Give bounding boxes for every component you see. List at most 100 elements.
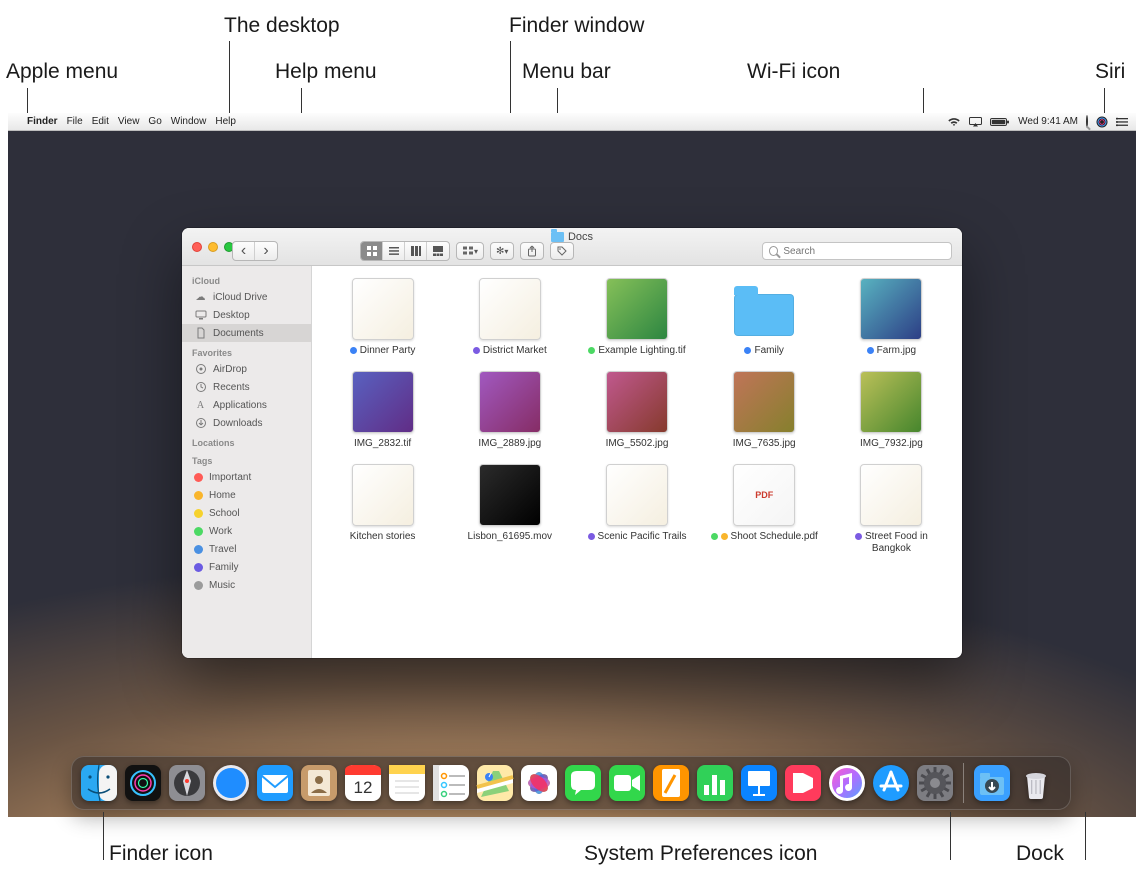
dock-app-appstore[interactable]: [871, 763, 911, 803]
dock-app-siri[interactable]: [123, 763, 163, 803]
sidebar-tag-work[interactable]: Work: [182, 522, 311, 540]
file-item[interactable]: Farm.jpg: [833, 278, 950, 357]
sidebar-tag-music[interactable]: Music: [182, 576, 311, 594]
view-icons-button[interactable]: [361, 242, 383, 260]
dock-app-reminders[interactable]: [431, 763, 471, 803]
dock-app-photos[interactable]: [519, 763, 559, 803]
file-item[interactable]: IMG_5502.jpg: [578, 371, 695, 450]
file-item[interactable]: Example Lighting.tif: [578, 278, 695, 357]
view-list-button[interactable]: [383, 242, 405, 260]
search-field[interactable]: [762, 242, 952, 260]
menu-app-name[interactable]: Finder: [27, 116, 58, 127]
dock-trash[interactable]: [1016, 763, 1056, 803]
dock-app-finder[interactable]: [79, 763, 119, 803]
file-item[interactable]: IMG_7932.jpg: [833, 371, 950, 450]
dock-app-pages[interactable]: [651, 763, 691, 803]
dock-app-numbers[interactable]: [695, 763, 735, 803]
clock-icon: [194, 381, 207, 394]
file-item[interactable]: Dinner Party: [324, 278, 441, 357]
sidebar-item-desktop[interactable]: Desktop: [182, 306, 311, 324]
dock-app-contacts[interactable]: [299, 763, 339, 803]
airplay-icon[interactable]: [969, 117, 982, 127]
file-item[interactable]: District Market: [451, 278, 568, 357]
file-label: Dinner Party: [350, 345, 416, 357]
file-thumbnail: [479, 278, 541, 340]
file-item[interactable]: Street Food in Bangkok: [833, 464, 950, 555]
view-gallery-button[interactable]: [427, 242, 449, 260]
callout-the-desktop: The desktop: [224, 14, 340, 38]
minimize-button[interactable]: [208, 242, 218, 252]
view-columns-button[interactable]: [405, 242, 427, 260]
dock-app-maps[interactable]: [475, 763, 515, 803]
menu-bar[interactable]: Finder File Edit View Go Window Help Wed…: [8, 113, 1136, 131]
dock-app-calendar[interactable]: 12: [343, 763, 383, 803]
file-label: Farm.jpg: [867, 345, 916, 357]
menu-view[interactable]: View: [118, 116, 140, 127]
sidebar-tag-important[interactable]: Important: [182, 468, 311, 486]
tag-dot-icon: [194, 545, 203, 554]
file-item[interactable]: IMG_7635.jpg: [706, 371, 823, 450]
dock-app-launchpad[interactable]: [167, 763, 207, 803]
dock-app-facetime[interactable]: [607, 763, 647, 803]
sidebar-item-applications[interactable]: AApplications: [182, 396, 311, 414]
sidebar-item-documents[interactable]: Documents: [182, 324, 311, 342]
file-thumbnail: [860, 278, 922, 340]
file-thumbnail: [606, 371, 668, 433]
file-thumbnail: [352, 464, 414, 526]
search-input[interactable]: [783, 246, 945, 257]
sidebar-tag-family[interactable]: Family: [182, 558, 311, 576]
tags-button[interactable]: [550, 242, 574, 260]
file-item[interactable]: Kitchen stories: [324, 464, 441, 555]
sidebar-item-downloads[interactable]: Downloads: [182, 414, 311, 432]
menu-edit[interactable]: Edit: [92, 116, 109, 127]
share-button[interactable]: [520, 242, 544, 260]
menu-help[interactable]: Help: [215, 116, 236, 127]
sidebar-item-recents[interactable]: Recents: [182, 378, 311, 396]
menu-window[interactable]: Window: [171, 116, 207, 127]
menu-file[interactable]: File: [67, 116, 83, 127]
finder-sidebar[interactable]: iCloud ☁︎iCloud Drive Desktop Documents …: [182, 266, 312, 658]
file-item[interactable]: Family: [706, 278, 823, 357]
dock-app-messages[interactable]: [563, 763, 603, 803]
dock-app-itunes[interactable]: [827, 763, 867, 803]
battery-icon[interactable]: [990, 117, 1010, 127]
file-thumbnail: [860, 371, 922, 433]
sidebar-tag-home[interactable]: Home: [182, 486, 311, 504]
dock-downloads[interactable]: [972, 763, 1012, 803]
dock-app-news[interactable]: [783, 763, 823, 803]
forward-button[interactable]: ›: [255, 242, 277, 260]
menu-go[interactable]: Go: [148, 116, 161, 127]
close-button[interactable]: [192, 242, 202, 252]
sidebar-tag-travel[interactable]: Travel: [182, 540, 311, 558]
finder-window[interactable]: Docs ‹ › ▾ ✻ ▾: [182, 228, 962, 658]
file-thumbnail: PDF: [733, 464, 795, 526]
file-item[interactable]: PDFShoot Schedule.pdf: [706, 464, 823, 555]
sidebar-item-icloud-drive[interactable]: ☁︎iCloud Drive: [182, 288, 311, 306]
action-button[interactable]: ✻ ▾: [490, 242, 514, 260]
spotlight-icon[interactable]: [1086, 116, 1088, 127]
wifi-icon[interactable]: [947, 117, 961, 127]
group-by-button[interactable]: ▾: [456, 242, 484, 260]
dock-app-sysprefs[interactable]: [915, 763, 955, 803]
sidebar-tag-school[interactable]: School: [182, 504, 311, 522]
file-item[interactable]: IMG_2889.jpg: [451, 371, 568, 450]
dock-app-mail[interactable]: [255, 763, 295, 803]
menu-clock[interactable]: Wed 9:41 AM: [1018, 116, 1078, 127]
tag-dot-icon: [194, 509, 203, 518]
file-item[interactable]: Scenic Pacific Trails: [578, 464, 695, 555]
dock-app-keynote[interactable]: [739, 763, 779, 803]
dock-app-safari[interactable]: [211, 763, 251, 803]
back-button[interactable]: ‹: [233, 242, 255, 260]
dock-app-notes[interactable]: [387, 763, 427, 803]
notification-center-icon[interactable]: [1116, 117, 1128, 127]
finder-content[interactable]: Dinner Party District MarketExample Light…: [312, 266, 962, 658]
sidebar-item-airdrop[interactable]: AirDrop: [182, 360, 311, 378]
sidebar-header-icloud: iCloud: [182, 270, 311, 288]
file-label: Kitchen stories: [350, 531, 416, 543]
finder-titlebar[interactable]: Docs ‹ › ▾ ✻ ▾: [182, 228, 962, 266]
file-item[interactable]: Lisbon_61695.mov: [451, 464, 568, 555]
siri-menu-icon[interactable]: [1096, 116, 1108, 128]
file-item[interactable]: IMG_2832.tif: [324, 371, 441, 450]
macos-desktop[interactable]: Finder File Edit View Go Window Help Wed…: [8, 113, 1136, 817]
dock[interactable]: 12: [71, 756, 1071, 810]
